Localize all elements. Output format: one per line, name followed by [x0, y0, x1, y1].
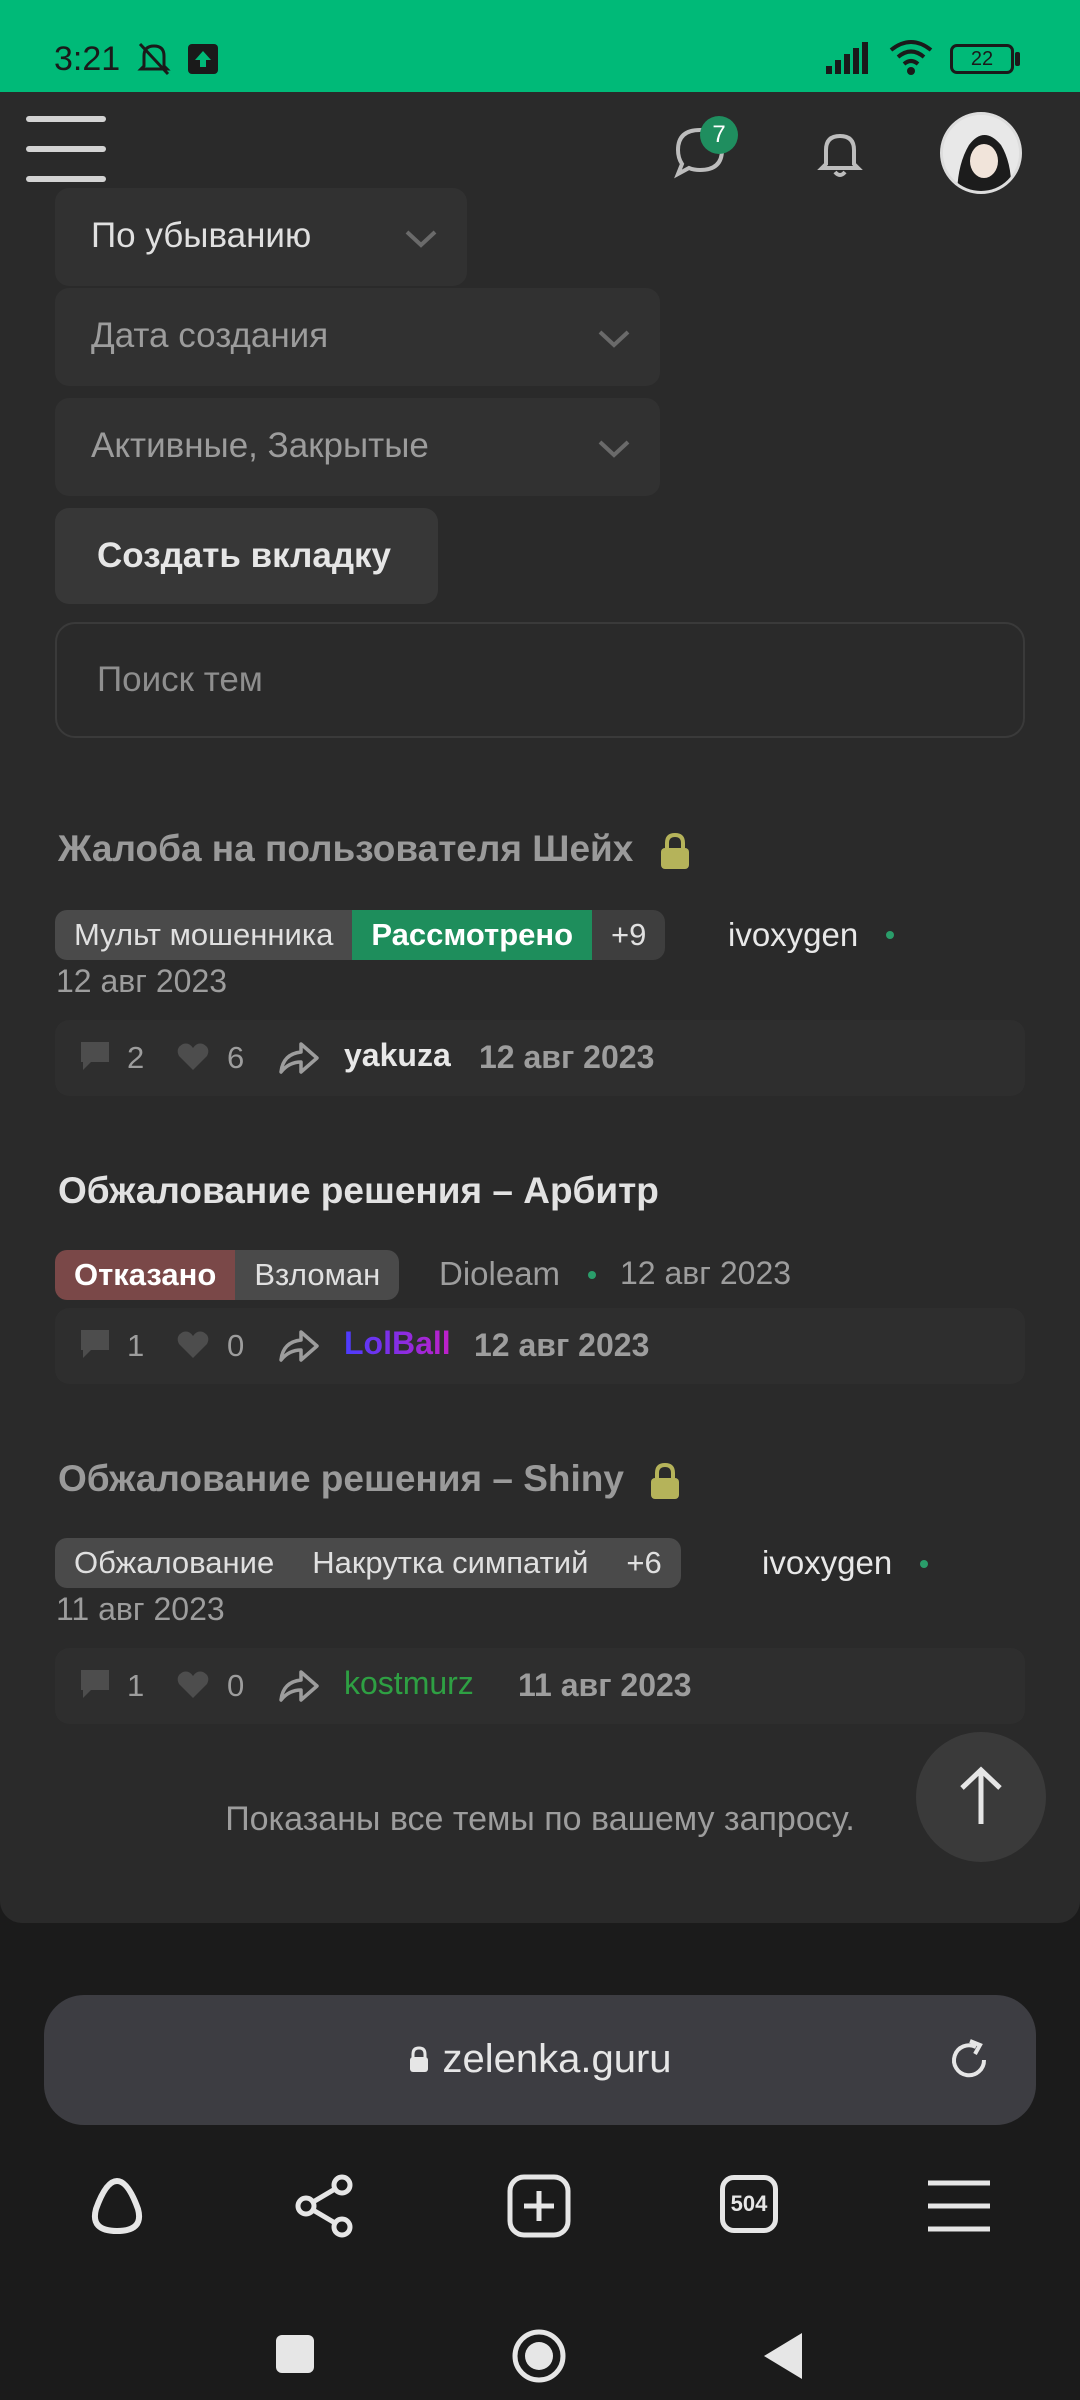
thread-author[interactable]: Dioleam [439, 1255, 560, 1293]
battery-tip [1015, 52, 1020, 66]
notifications-bell-icon[interactable] [812, 124, 868, 180]
lock-icon [410, 2046, 429, 2072]
sort-field-select[interactable]: Дата создания [55, 288, 660, 386]
online-dot [588, 1271, 596, 1279]
wifi-icon [889, 40, 933, 75]
tag[interactable]: Взломан [235, 1250, 400, 1300]
address-bar[interactable]: zelenka.guru [44, 1995, 1036, 2125]
menu-button[interactable] [26, 116, 106, 184]
reply-arrow-icon [279, 1670, 319, 1702]
battery-level: 22 [970, 48, 994, 70]
last-post-date: 11 авг 2023 [518, 1667, 692, 1703]
reload-icon[interactable] [944, 2035, 994, 2085]
address-text: zelenka.guru [44, 2037, 1036, 2082]
thread-title-text: Обжалование решения – Shiny [58, 1458, 624, 1499]
thread-tags: Мульт мошенника Рассмотрено +9 [55, 910, 666, 960]
comment-icon [81, 1042, 109, 1070]
state-filter-select[interactable]: Активные, Закрытые [55, 398, 660, 496]
thread-author[interactable]: ivoxygen [728, 916, 858, 954]
reply-arrow-icon [279, 1042, 319, 1074]
comment-icon [81, 1670, 109, 1698]
state-filter-value: Активные, Закрытые [91, 426, 429, 465]
tag[interactable]: Мульт мошенника [55, 910, 353, 960]
home-circle-icon[interactable] [510, 2327, 568, 2385]
recents-square-icon[interactable] [274, 2333, 316, 2375]
last-post-date: 12 авг 2023 [474, 1327, 650, 1363]
last-post-user[interactable]: LolBall [344, 1325, 451, 1362]
reply-arrow-icon [279, 1330, 319, 1362]
thread-title[interactable]: Жалоба на пользователя Шейх [58, 828, 692, 871]
tag-status[interactable]: Отказано [55, 1250, 236, 1300]
tag[interactable]: Накрутка симпатий [293, 1538, 608, 1588]
thread-title[interactable]: Обжалование решения – Shiny [58, 1458, 682, 1501]
heart-icon [177, 1043, 209, 1070]
last-post-user[interactable]: yakuza [344, 1037, 451, 1074]
like-count: 0 [227, 1328, 245, 1363]
thread-author[interactable]: ivoxygen [762, 1544, 892, 1582]
thread-date: 12 авг 2023 [620, 1255, 792, 1291]
last-post-user[interactable]: kostmurz [344, 1665, 474, 1702]
home-icon[interactable] [84, 2173, 150, 2239]
messages-badge: 7 [700, 116, 738, 154]
tag-status[interactable]: Рассмотрено [352, 910, 593, 960]
user-avatar[interactable] [940, 112, 1022, 194]
thread-title[interactable]: Обжалование решения – Арбитр [58, 1170, 659, 1212]
comment-icon [81, 1330, 109, 1358]
like-count: 6 [227, 1040, 245, 1075]
reply-count: 1 [127, 1668, 145, 1703]
sort-field-value: Дата создания [91, 316, 329, 355]
tag[interactable]: Обжалование [55, 1538, 294, 1588]
chevron-down-icon [598, 440, 630, 458]
battery-icon: 22 [950, 44, 1014, 74]
status-bar: 3:21 22 [0, 0, 1080, 92]
scroll-to-top-button[interactable] [916, 1732, 1046, 1862]
thread-title-text: Обжалование решения – Арбитр [58, 1170, 659, 1211]
thread-date: 12 авг 2023 [56, 963, 228, 999]
lock-icon [660, 833, 689, 870]
last-post-date: 12 авг 2023 [479, 1039, 655, 1075]
reply-count: 2 [127, 1040, 145, 1075]
address-url: zelenka.guru [442, 2037, 672, 2081]
chevron-down-icon [598, 330, 630, 348]
thread-stats: 1 0 LolBall 12 авг 2023 [55, 1308, 1025, 1384]
create-tab-button[interactable]: Создать вкладку [55, 508, 438, 604]
browser-menu-icon[interactable] [926, 2177, 992, 2235]
share-icon[interactable] [292, 2173, 358, 2239]
back-triangle-icon[interactable] [760, 2329, 806, 2383]
bell-muted-icon [137, 42, 171, 76]
tag-more[interactable]: +6 [607, 1538, 681, 1588]
new-tab-icon[interactable] [506, 2173, 572, 2239]
thread-tags: Отказано Взломан [55, 1250, 400, 1300]
search-input[interactable] [55, 622, 1025, 738]
thread-tags: Обжалование Накрутка симпатий +6 [55, 1538, 681, 1588]
like-count: 0 [227, 1668, 245, 1703]
thread-stats: 2 6 yakuza 12 авг 2023 [55, 1020, 1025, 1096]
upload-icon [188, 44, 218, 74]
thread-title-text: Жалоба на пользователя Шейх [58, 828, 634, 869]
create-tab-label: Создать вкладку [97, 536, 392, 575]
thread-date: 11 авг 2023 [56, 1591, 225, 1627]
thread-stats: 1 0 kostmurz 11 авг 2023 [55, 1648, 1025, 1724]
thread-list-panel: По убыванию Дата создания Активные, Закр… [0, 188, 1080, 1923]
reply-count: 1 [127, 1328, 145, 1363]
browser-toolbar: zelenka.guru 504 [0, 1973, 1080, 2400]
arrow-up-icon [960, 1766, 1002, 1824]
status-time: 3:21 [54, 40, 121, 78]
online-dot [886, 931, 894, 939]
tag-more[interactable]: +9 [592, 910, 666, 960]
online-dot [920, 1560, 928, 1568]
signal-icon [826, 42, 868, 74]
lock-icon [651, 1463, 680, 1500]
heart-icon [177, 1671, 209, 1698]
chevron-down-icon [405, 230, 437, 248]
heart-icon [177, 1331, 209, 1358]
sort-order-select[interactable]: По убыванию [55, 188, 467, 286]
sort-order-value: По убыванию [91, 216, 312, 255]
tabs-counter-button[interactable]: 504 [720, 2175, 778, 2233]
